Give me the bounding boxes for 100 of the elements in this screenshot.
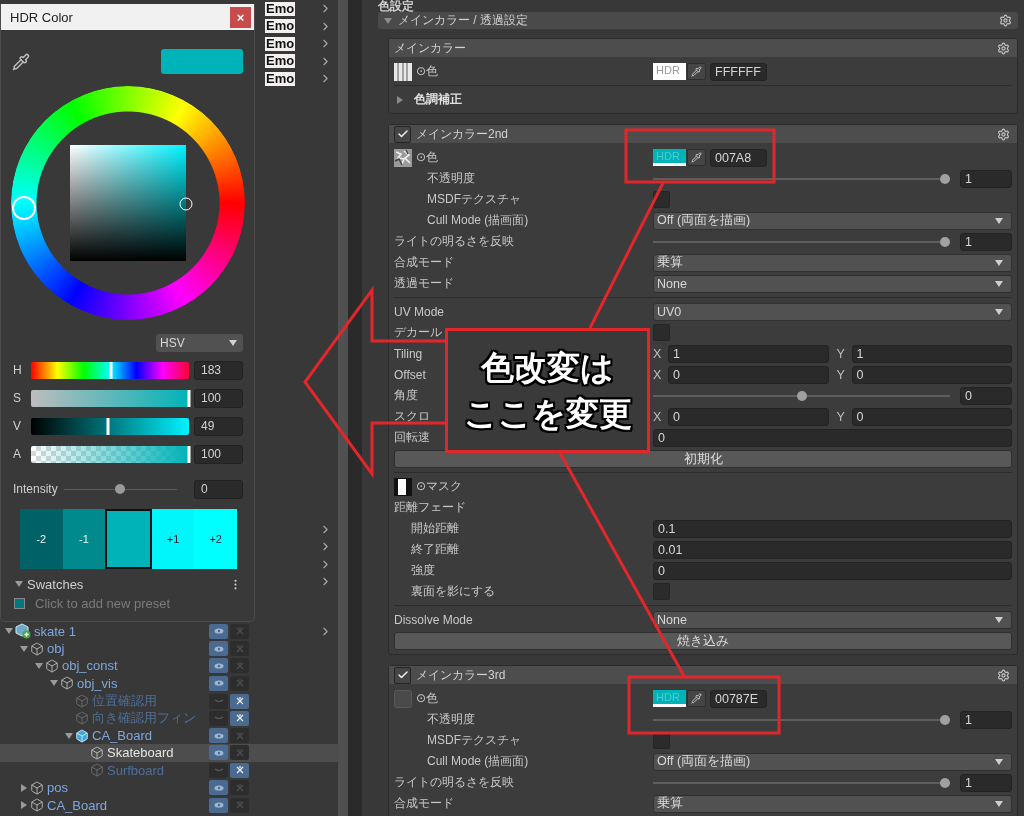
checkbox[interactable]	[394, 666, 411, 684]
caret-icon[interactable]	[229, 339, 237, 347]
value-field[interactable]: 0	[194, 479, 243, 499]
slider-thumb[interactable]	[109, 361, 113, 379]
visibility-toggle[interactable]	[209, 797, 228, 813]
caret-icon[interactable]	[995, 307, 1003, 316]
texture-thumbnail[interactable]	[394, 62, 412, 81]
slider-thumb[interactable]	[115, 484, 126, 494]
pick-toggle[interactable]	[230, 658, 249, 674]
pick-toggle[interactable]	[230, 675, 249, 691]
caret-icon[interactable]	[995, 757, 1003, 766]
hue-marker[interactable]	[11, 196, 36, 221]
hex-field[interactable]: FFFFFF	[710, 62, 767, 81]
pick-toggle[interactable]	[230, 762, 249, 778]
object-name[interactable]: obj_vis	[77, 675, 118, 691]
number-field[interactable]: 1	[960, 773, 1012, 792]
slider-thumb[interactable]	[940, 173, 950, 184]
close-button[interactable]: ×	[230, 6, 251, 28]
eyedropper-icon[interactable]	[12, 52, 30, 71]
section-header[interactable]: メインカラー / 透過設定	[378, 12, 1018, 29]
mode-dropdown[interactable]: HSV	[156, 334, 243, 352]
number-field[interactable]: 0	[851, 365, 1012, 384]
pick-toggle[interactable]	[230, 745, 249, 761]
visibility-toggle[interactable]	[209, 780, 228, 796]
pick-toggle[interactable]	[230, 693, 249, 709]
pick-toggle[interactable]	[230, 623, 249, 639]
slider-thumb[interactable]	[940, 236, 950, 247]
number-field[interactable]: 1	[960, 710, 1012, 729]
pick-toggle[interactable]	[230, 797, 249, 813]
visibility-toggle[interactable]	[209, 710, 228, 726]
dropdown[interactable]: Off (両面を描画)	[653, 211, 1012, 230]
preset-swatch[interactable]	[14, 598, 25, 609]
settings-icon[interactable]	[997, 668, 1010, 682]
dropdown[interactable]: UV0	[653, 302, 1012, 321]
caret-icon[interactable]	[995, 258, 1003, 267]
eyedropper-button[interactable]	[687, 63, 706, 80]
slider-thumb[interactable]	[187, 389, 191, 407]
pick-toggle[interactable]	[230, 641, 249, 657]
number-field[interactable]: 0	[653, 428, 1012, 447]
object-name[interactable]: Skateboard	[107, 745, 174, 761]
disclosure-triangle-icon[interactable]	[396, 95, 404, 104]
visibility-toggle[interactable]	[209, 762, 228, 778]
slider-thumb[interactable]	[940, 714, 950, 725]
object-name[interactable]: skate 1	[34, 623, 76, 639]
slider-thumb[interactable]	[106, 417, 110, 435]
pick-toggle[interactable]	[230, 710, 249, 726]
disclosure-triangle-icon[interactable]	[384, 16, 392, 25]
channel-slider[interactable]	[31, 417, 189, 435]
hex-field[interactable]: 00787E	[710, 689, 767, 708]
exposure-swatch[interactable]: -1	[62, 509, 106, 569]
saturation-value-square[interactable]	[70, 145, 186, 261]
number-field[interactable]: 0	[668, 365, 829, 384]
visibility-toggle[interactable]	[209, 745, 228, 761]
value-field[interactable]: 100	[194, 444, 243, 464]
settings-icon[interactable]	[997, 41, 1010, 55]
eyedropper-button[interactable]	[687, 690, 706, 707]
texture-thumbnail[interactable]	[394, 477, 412, 496]
channel-slider[interactable]	[31, 389, 189, 407]
value-field[interactable]: 100	[194, 388, 243, 408]
slider-thumb[interactable]	[796, 390, 807, 401]
channel-slider[interactable]	[31, 445, 189, 463]
object-label[interactable]: Emo	[265, 71, 296, 86]
caret-icon[interactable]	[995, 279, 1003, 288]
dropdown[interactable]: Off (両面を描画)	[653, 752, 1012, 771]
eyedropper-button[interactable]	[687, 149, 706, 166]
dropdown[interactable]: None	[653, 610, 1012, 629]
action-button[interactable]: 焼き込み	[394, 631, 1012, 650]
object-label[interactable]: Emo	[265, 36, 296, 51]
number-field[interactable]: 0	[851, 407, 1012, 426]
object-label[interactable]: Emo	[265, 54, 296, 69]
visibility-toggle[interactable]	[209, 728, 228, 744]
slider-thumb[interactable]	[940, 777, 950, 788]
number-field[interactable]: 1	[960, 169, 1012, 188]
object-name[interactable]: CA_Board	[47, 797, 107, 813]
number-field[interactable]: 0.1	[653, 519, 1012, 538]
dropdown[interactable]: 乗算	[653, 794, 1012, 813]
object-label[interactable]: Emo	[265, 19, 296, 34]
number-field[interactable]: 1	[960, 232, 1012, 251]
exposure-swatch[interactable]	[105, 509, 152, 569]
number-field[interactable]: 0.01	[653, 540, 1012, 559]
visibility-toggle[interactable]	[209, 675, 228, 691]
object-name[interactable]: CA_Board	[92, 728, 152, 744]
channel-slider[interactable]	[31, 361, 189, 379]
visibility-toggle[interactable]	[209, 658, 228, 674]
object-label[interactable]: Emo	[265, 1, 296, 16]
settings-icon[interactable]	[997, 127, 1010, 141]
settings-icon[interactable]	[999, 14, 1012, 27]
visibility-toggle[interactable]	[209, 641, 228, 657]
number-field[interactable]: 1	[668, 344, 829, 363]
dropdown[interactable]: None	[653, 274, 1012, 293]
checkbox[interactable]	[394, 125, 411, 143]
object-name[interactable]: obj	[47, 641, 65, 657]
texture-thumbnail[interactable]	[394, 148, 412, 167]
disclosure-triangle-icon[interactable]	[15, 580, 23, 588]
number-field[interactable]: 0	[653, 561, 1012, 580]
pick-toggle[interactable]	[230, 780, 249, 796]
value-field[interactable]: 49	[194, 416, 243, 436]
hex-field[interactable]: 007A8	[710, 148, 767, 167]
number-field[interactable]: 1	[851, 344, 1012, 363]
exposure-swatch[interactable]: -2	[20, 509, 63, 569]
